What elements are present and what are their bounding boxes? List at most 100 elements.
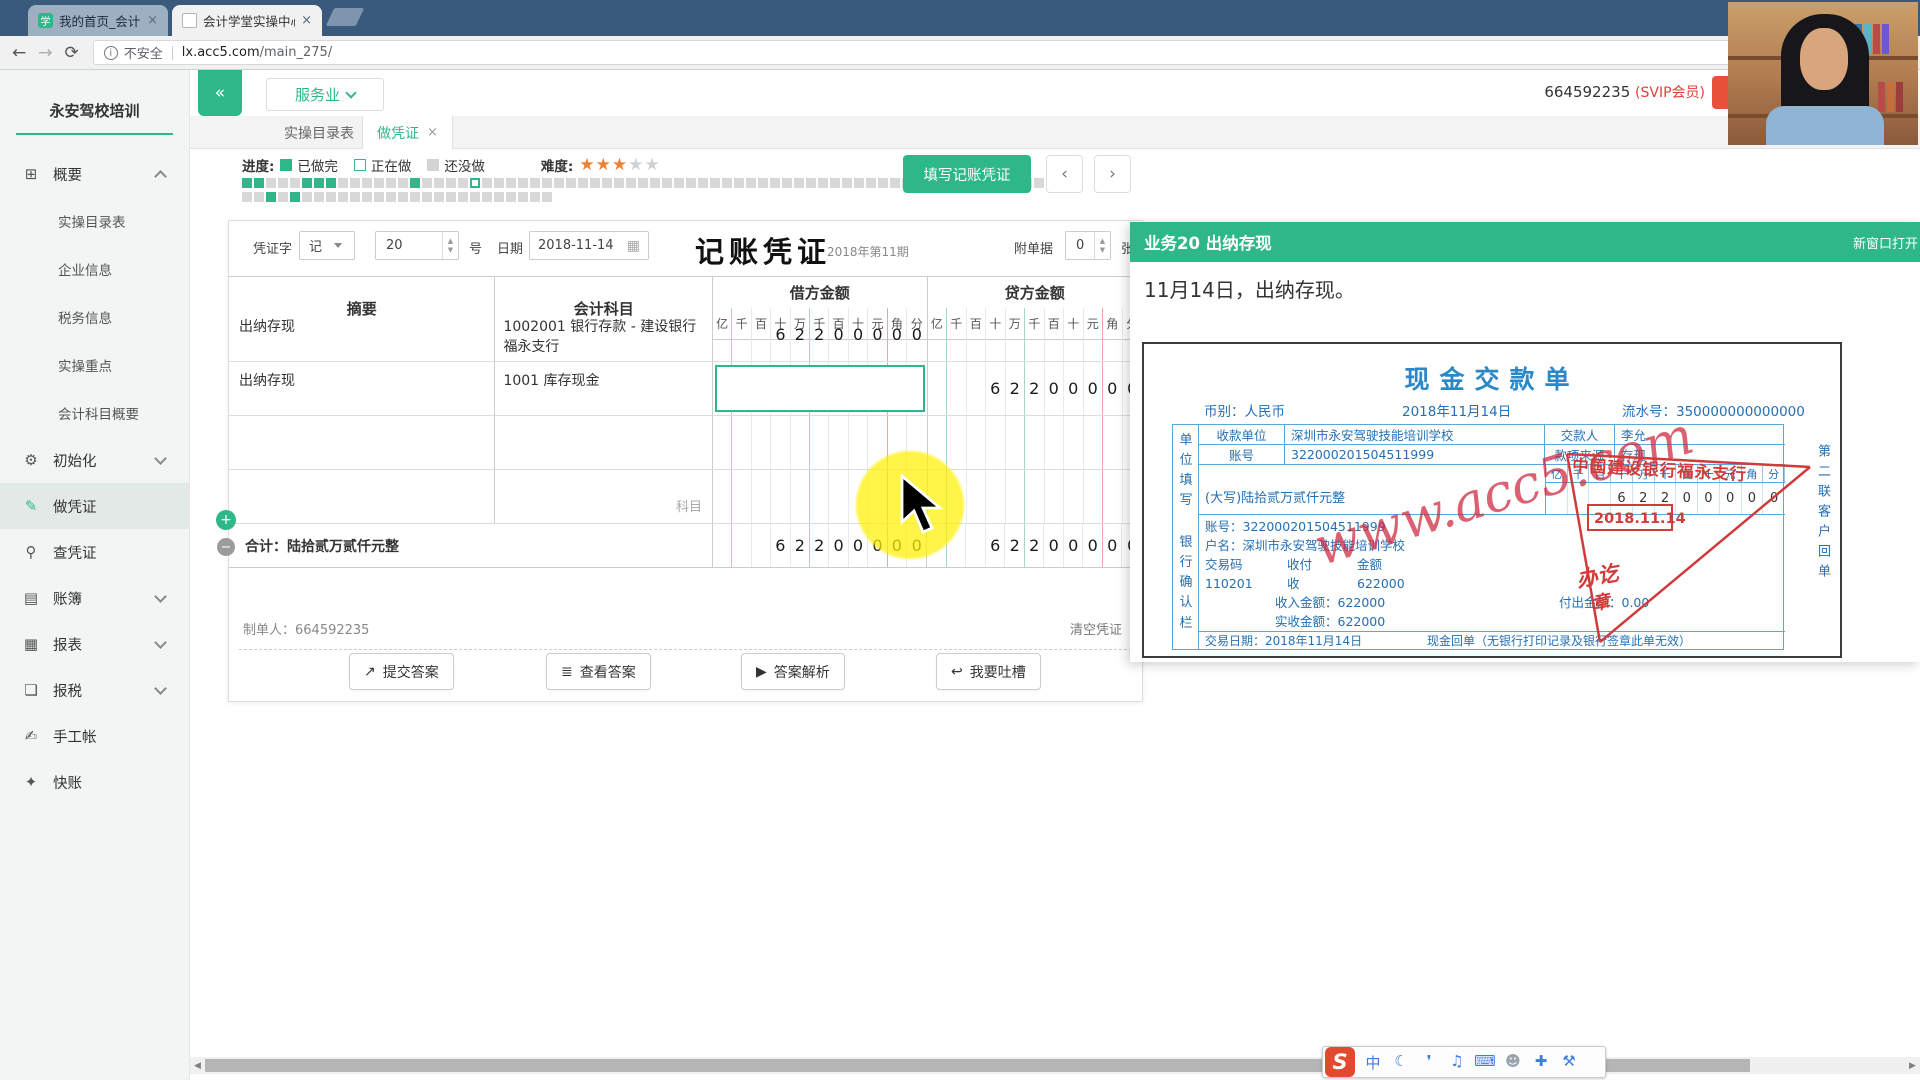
digit-cell[interactable] — [1084, 470, 1104, 523]
digit-cell[interactable] — [732, 470, 751, 523]
task-square[interactable] — [494, 192, 504, 202]
spinner-arrows-icon[interactable]: ▲▼ — [1094, 232, 1110, 259]
digit-cell[interactable]: 0 — [868, 308, 887, 361]
task-square[interactable] — [722, 178, 732, 188]
digit-cell[interactable] — [1064, 470, 1084, 523]
voucher-number-input[interactable]: 20 ▲▼ — [375, 231, 459, 260]
digit-cell[interactable]: 2 — [810, 308, 829, 361]
punctuation-icon[interactable]: ❜ — [1415, 1052, 1443, 1073]
account-cell[interactable]: 科目 — [495, 470, 713, 523]
task-square[interactable] — [650, 178, 660, 188]
digit-cell[interactable] — [1589, 483, 1611, 514]
task-square[interactable] — [674, 178, 684, 188]
digit-cell[interactable]: 0 — [1045, 362, 1065, 415]
task-square[interactable] — [326, 178, 336, 188]
digit-cell[interactable] — [829, 416, 848, 469]
digit-cell[interactable] — [967, 362, 987, 415]
account-cell[interactable] — [495, 416, 713, 469]
sogou-logo-icon[interactable]: S — [1325, 1047, 1355, 1077]
moon-icon[interactable]: ☾ — [1387, 1052, 1415, 1073]
digit-cell[interactable] — [1103, 308, 1123, 361]
task-square[interactable] — [854, 178, 864, 188]
tab-close-icon[interactable]: × — [427, 125, 438, 140]
submit-answer-button[interactable]: ↗提交答案 — [349, 653, 454, 690]
task-square[interactable] — [410, 178, 420, 188]
task-square[interactable] — [554, 178, 564, 188]
task-square[interactable] — [614, 178, 624, 188]
task-square[interactable] — [758, 178, 768, 188]
digit-cell[interactable] — [1006, 308, 1026, 361]
digit-cell[interactable] — [966, 524, 986, 567]
task-square[interactable] — [266, 178, 276, 188]
digit-cell[interactable] — [810, 416, 829, 469]
digit-cell[interactable] — [732, 308, 751, 361]
digit-cell[interactable]: 6 — [1611, 483, 1633, 514]
task-square[interactable] — [794, 178, 804, 188]
credit-cell[interactable] — [928, 308, 1143, 361]
digit-cell[interactable]: 0 — [1698, 483, 1720, 514]
keyboard-icon[interactable]: ⌨ — [1471, 1052, 1499, 1073]
task-square[interactable] — [878, 178, 888, 188]
task-square[interactable] — [278, 178, 288, 188]
task-square[interactable] — [530, 192, 540, 202]
spinner-arrows-icon[interactable]: ▲▼ — [442, 232, 458, 259]
digit-cell[interactable] — [1084, 308, 1104, 361]
sidebar-item-manual-account[interactable]: ✍手工帐 — [0, 713, 189, 759]
task-square[interactable] — [746, 178, 756, 188]
horizontal-scrollbar[interactable]: ◀ ▶ — [190, 1057, 1920, 1074]
digit-cell[interactable] — [752, 524, 771, 567]
sidebar-item-practice-catalog[interactable]: 实操目录表 — [0, 197, 189, 245]
tab-close-icon[interactable]: × — [301, 13, 312, 28]
digit-cell[interactable] — [1045, 308, 1065, 361]
digit-cell[interactable] — [967, 416, 987, 469]
task-square[interactable] — [242, 178, 252, 188]
digit-cell[interactable] — [947, 308, 967, 361]
task-square[interactable] — [422, 192, 432, 202]
debit-cell[interactable] — [713, 362, 928, 415]
task-square[interactable] — [374, 178, 384, 188]
task-square[interactable] — [470, 192, 480, 202]
new-tab-button[interactable] — [326, 8, 364, 26]
task-square[interactable] — [686, 178, 696, 188]
digit-cell[interactable]: 2 — [1025, 362, 1045, 415]
digit-cell[interactable]: 0 — [829, 308, 848, 361]
task-square[interactable] — [662, 178, 672, 188]
digit-cell[interactable] — [1025, 470, 1045, 523]
add-row-button[interactable]: + — [216, 510, 236, 530]
digit-cell[interactable]: 0 — [1763, 483, 1785, 514]
task-square[interactable] — [446, 192, 456, 202]
task-square[interactable] — [386, 192, 396, 202]
sidebar-collapse-button[interactable]: « — [198, 70, 242, 116]
digit-cell[interactable] — [928, 308, 948, 361]
task-square[interactable] — [290, 192, 300, 202]
digit-cell[interactable] — [713, 308, 732, 361]
digit-cell[interactable] — [732, 524, 751, 567]
task-square[interactable] — [518, 192, 528, 202]
browser-tab-practice[interactable]: 会计学堂实操中心_会计 × — [172, 5, 322, 36]
date-input[interactable]: 2018-11-14 ▦ — [529, 231, 649, 260]
debit-cell[interactable]: 62200000 — [713, 308, 928, 361]
digit-cell[interactable]: 0 — [1064, 524, 1084, 567]
digit-cell[interactable]: 2 — [1005, 524, 1025, 567]
digit-cell[interactable]: 0 — [849, 308, 868, 361]
digit-cell[interactable]: 0 — [1676, 483, 1698, 514]
sidebar-item-check-voucher[interactable]: ⚲查凭证 — [0, 529, 189, 575]
digit-cell[interactable] — [771, 470, 790, 523]
task-square[interactable] — [734, 178, 744, 188]
digit-cell[interactable] — [1103, 470, 1123, 523]
summary-cell[interactable]: 出纳存现 — [229, 362, 495, 415]
task-square[interactable] — [818, 178, 828, 188]
digit-cell[interactable] — [713, 524, 732, 567]
task-square[interactable] — [398, 192, 408, 202]
task-square[interactable] — [338, 192, 348, 202]
sidebar-item-reports[interactable]: ▦报表 — [0, 621, 189, 667]
digit-cell[interactable] — [791, 470, 810, 523]
digit-cell[interactable] — [752, 416, 771, 469]
url-bar[interactable]: i 不安全 lx.acc5.com /main_275/ — [93, 40, 1893, 65]
task-square[interactable] — [770, 178, 780, 188]
selected-cell-box[interactable] — [715, 365, 925, 412]
task-square[interactable] — [458, 192, 468, 202]
digit-cell[interactable]: 0 — [907, 308, 926, 361]
task-square[interactable] — [518, 178, 528, 188]
digit-cell[interactable] — [1006, 470, 1026, 523]
